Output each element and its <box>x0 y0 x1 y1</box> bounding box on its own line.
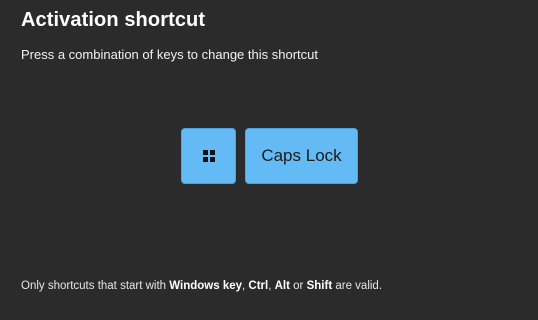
hint-suffix: are valid. <box>332 280 383 292</box>
hint-alt: Alt <box>274 280 290 292</box>
hint-separator: or <box>289 280 307 292</box>
windows-logo-icon <box>202 150 215 162</box>
windows-key <box>181 128 236 184</box>
activation-shortcut-dialog: Activation shortcut Press a combination … <box>0 0 538 320</box>
dialog-title: Activation shortcut <box>21 9 206 31</box>
dialog-subtitle: Press a combination of keys to change th… <box>21 47 318 62</box>
hint-shift: Shift <box>306 280 333 292</box>
shortcut-keys: Caps Lock <box>181 128 358 184</box>
hint-prefix: Only shortcuts that start with <box>21 280 170 292</box>
caps-lock-key: Caps Lock <box>245 128 358 184</box>
hint-ctrl: Ctrl <box>248 280 269 292</box>
shortcut-hint: Only shortcuts that start with Windows k… <box>21 280 382 292</box>
hint-windows-key: Windows key <box>169 280 243 292</box>
